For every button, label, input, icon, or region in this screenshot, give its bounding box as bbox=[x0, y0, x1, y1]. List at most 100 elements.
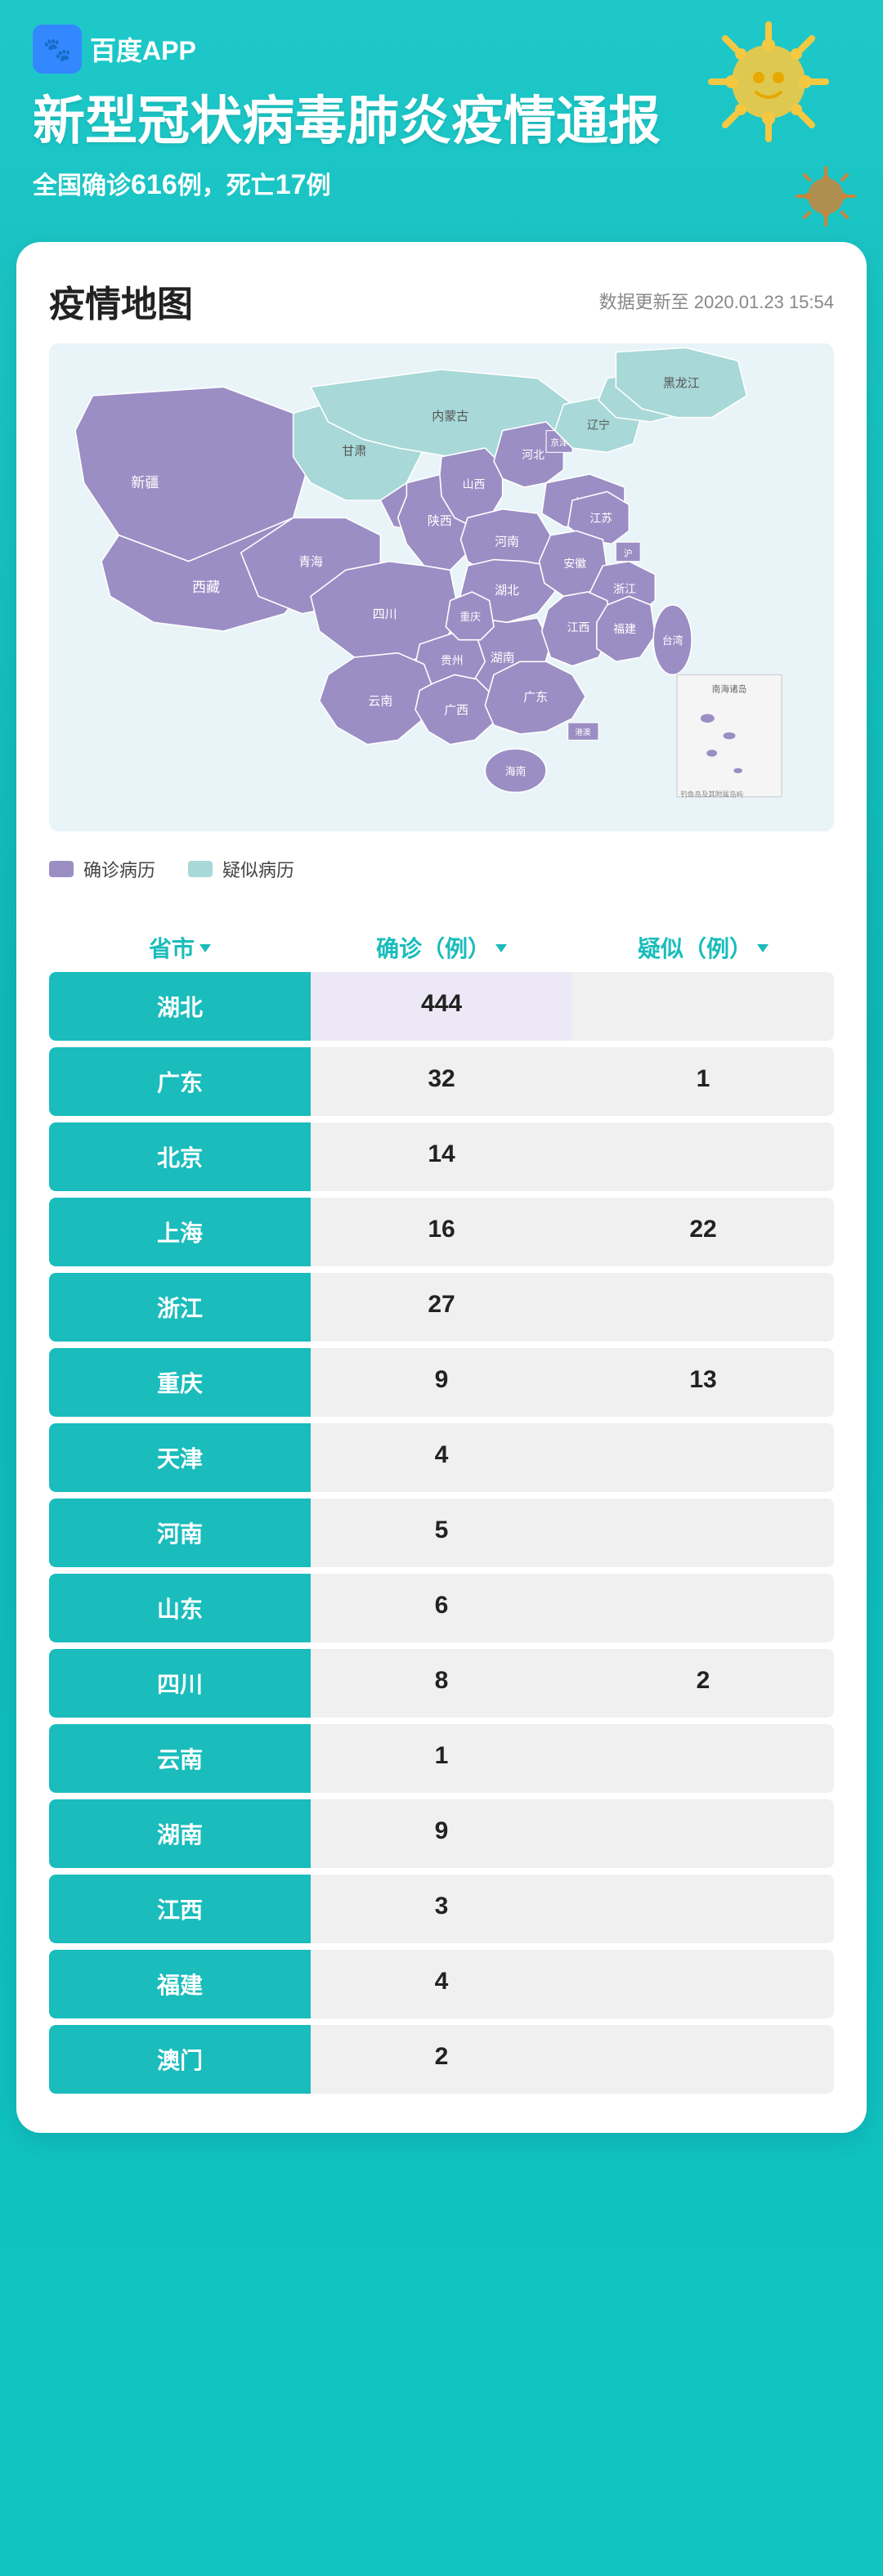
table-row: 福建 4 bbox=[49, 1950, 834, 2018]
table-header: 省市 确诊（例） 疑似（例） bbox=[49, 915, 834, 972]
svg-text:广西: 广西 bbox=[444, 703, 468, 717]
suspected-cell bbox=[572, 1799, 834, 1868]
confirmed-cell: 6 bbox=[311, 1574, 572, 1642]
col-province-header: 省市 bbox=[49, 931, 311, 964]
svg-text:河北: 河北 bbox=[522, 448, 545, 461]
suspected-cell bbox=[572, 1273, 834, 1342]
table-row: 天津 4 bbox=[49, 1423, 834, 1492]
province-cell: 江西 bbox=[49, 1875, 311, 1943]
svg-text:湖南: 湖南 bbox=[491, 651, 515, 665]
province-cell: 云南 bbox=[49, 1724, 311, 1793]
svg-text:辽宁: 辽宁 bbox=[587, 418, 610, 431]
baidu-icon: 🐾 bbox=[33, 25, 82, 74]
table-row: 云南 1 bbox=[49, 1724, 834, 1793]
confirmed-cell: 1 bbox=[311, 1724, 572, 1793]
svg-text:湖北: 湖北 bbox=[495, 584, 519, 598]
svg-text:钓鱼岛及其附属岛屿: 钓鱼岛及其附属岛屿 bbox=[680, 790, 743, 798]
legend-suspected: 疑似病历 bbox=[188, 856, 294, 882]
table-body: 湖北 444 广东 32 1 北京 14 上海 16 22 浙江 27 重庆 9… bbox=[49, 972, 834, 2094]
table-section: 省市 确诊（例） 疑似（例） 湖北 444 广东 32 1 北京 1 4 上海 1… bbox=[49, 915, 834, 2094]
province-cell: 山东 bbox=[49, 1574, 311, 1642]
svg-text:山西: 山西 bbox=[463, 477, 486, 491]
svg-text:江西: 江西 bbox=[567, 620, 590, 634]
subtitle-mid: 例，死亡 bbox=[177, 172, 276, 199]
suspected-cell bbox=[572, 1499, 834, 1567]
header-section: 🐾 百度APP 新型冠状病毒肺炎疫情通报 全国确诊616例，死亡17例 bbox=[0, 0, 883, 242]
confirmed-cell: 3 bbox=[311, 1875, 572, 1943]
province-cell: 湖北 bbox=[49, 972, 311, 1041]
confirmed-count: 616 bbox=[131, 169, 177, 200]
province-cell: 广东 bbox=[49, 1047, 311, 1116]
svg-text:重庆: 重庆 bbox=[459, 611, 481, 623]
table-row: 河南 5 bbox=[49, 1499, 834, 1567]
suspected-label: 疑似病历 bbox=[222, 856, 294, 882]
table-row: 四川 8 2 bbox=[49, 1649, 834, 1718]
main-card: 疫情地图 数据更新至 2020.01.23 15:54 新疆 西藏 青海 甘肃 bbox=[16, 242, 867, 2133]
suspected-cell bbox=[572, 972, 834, 1041]
svg-text:黑龙江: 黑龙江 bbox=[663, 376, 700, 390]
subtitle: 全国确诊616例，死亡17例 bbox=[33, 165, 850, 201]
svg-text:西藏: 西藏 bbox=[192, 580, 220, 595]
svg-text:贵州: 贵州 bbox=[441, 653, 464, 666]
table-row: 山东 6 bbox=[49, 1574, 834, 1642]
confirmed-cell: 2 bbox=[311, 2025, 572, 2094]
suspected-cell bbox=[572, 2025, 834, 2094]
svg-text:台湾: 台湾 bbox=[662, 634, 684, 647]
table-row: 重庆 9 13 bbox=[49, 1348, 834, 1417]
suspected-cell bbox=[572, 1574, 834, 1642]
confirmed-cell: 4 bbox=[311, 1950, 572, 2018]
suspected-cell bbox=[572, 1950, 834, 2018]
svg-text:江苏: 江苏 bbox=[589, 511, 612, 524]
confirmed-cell: 9 bbox=[311, 1799, 572, 1868]
svg-text:广东: 广东 bbox=[523, 690, 548, 704]
svg-text:甘肃: 甘肃 bbox=[342, 444, 366, 458]
main-title: 新型冠状病毒肺炎疫情通报 bbox=[33, 90, 850, 153]
svg-text:沪: 沪 bbox=[624, 548, 633, 558]
death-count: 17 bbox=[276, 169, 307, 200]
province-cell: 重庆 bbox=[49, 1348, 311, 1417]
legend-confirmed: 确诊病历 bbox=[49, 856, 155, 882]
svg-text:四川: 四川 bbox=[373, 607, 397, 621]
map-header: 疫情地图 数据更新至 2020.01.23 15:54 bbox=[49, 275, 834, 327]
table-row: 广东 32 1 bbox=[49, 1047, 834, 1116]
province-cell: 上海 bbox=[49, 1198, 311, 1266]
province-cell: 北京 bbox=[49, 1122, 311, 1191]
svg-text:内蒙古: 内蒙古 bbox=[432, 410, 468, 423]
suspected-cell bbox=[572, 1724, 834, 1793]
svg-text:南海诸岛: 南海诸岛 bbox=[712, 683, 747, 694]
suspected-cell: 1 bbox=[572, 1047, 834, 1116]
confirmed-cell: 4 bbox=[311, 1423, 572, 1492]
confirmed-cell: 8 bbox=[311, 1649, 572, 1718]
table-row: 江西 3 bbox=[49, 1875, 834, 1943]
map-section: 疫情地图 数据更新至 2020.01.23 15:54 新疆 西藏 青海 甘肃 bbox=[49, 275, 834, 890]
suspected-cell: 2 bbox=[572, 1649, 834, 1718]
svg-text:河南: 河南 bbox=[495, 535, 519, 549]
confirmed-cell: 5 bbox=[311, 1499, 572, 1567]
map-container: 新疆 西藏 青海 甘肃 内蒙古 宁夏 陕西 bbox=[49, 343, 834, 831]
confirmed-cell: 27 bbox=[311, 1273, 572, 1342]
col-suspected-header: 疑似（例） bbox=[572, 931, 834, 964]
map-title: 疫情地图 bbox=[49, 275, 193, 327]
svg-text:浙江: 浙江 bbox=[613, 582, 636, 595]
table-row: 湖北 444 bbox=[49, 972, 834, 1041]
confirmed-label: 确诊病历 bbox=[83, 856, 155, 882]
confirmed-dot bbox=[49, 861, 74, 877]
suspected-cell bbox=[572, 1875, 834, 1943]
province-cell: 河南 bbox=[49, 1499, 311, 1567]
suspected-dot bbox=[188, 861, 213, 877]
svg-text:青海: 青海 bbox=[298, 555, 323, 569]
table-row: 湖南 9 bbox=[49, 1799, 834, 1868]
subtitle-suffix: 例 bbox=[307, 172, 331, 199]
baidu-logo: 🐾 百度APP bbox=[33, 25, 850, 74]
province-cell: 澳门 bbox=[49, 2025, 311, 2094]
table-row: 澳门 2 bbox=[49, 2025, 834, 2094]
legend: 确诊病历 疑似病历 bbox=[49, 848, 834, 890]
suspected-cell: 22 bbox=[572, 1198, 834, 1266]
svg-text:陕西: 陕西 bbox=[428, 514, 452, 528]
app-name: 百度APP bbox=[90, 30, 196, 68]
col3-sort-arrow bbox=[757, 944, 769, 952]
subtitle-prefix: 全国确诊 bbox=[33, 172, 131, 199]
province-cell: 四川 bbox=[49, 1649, 311, 1718]
svg-text:福建: 福建 bbox=[613, 622, 636, 635]
svg-text:港澳: 港澳 bbox=[575, 728, 591, 737]
